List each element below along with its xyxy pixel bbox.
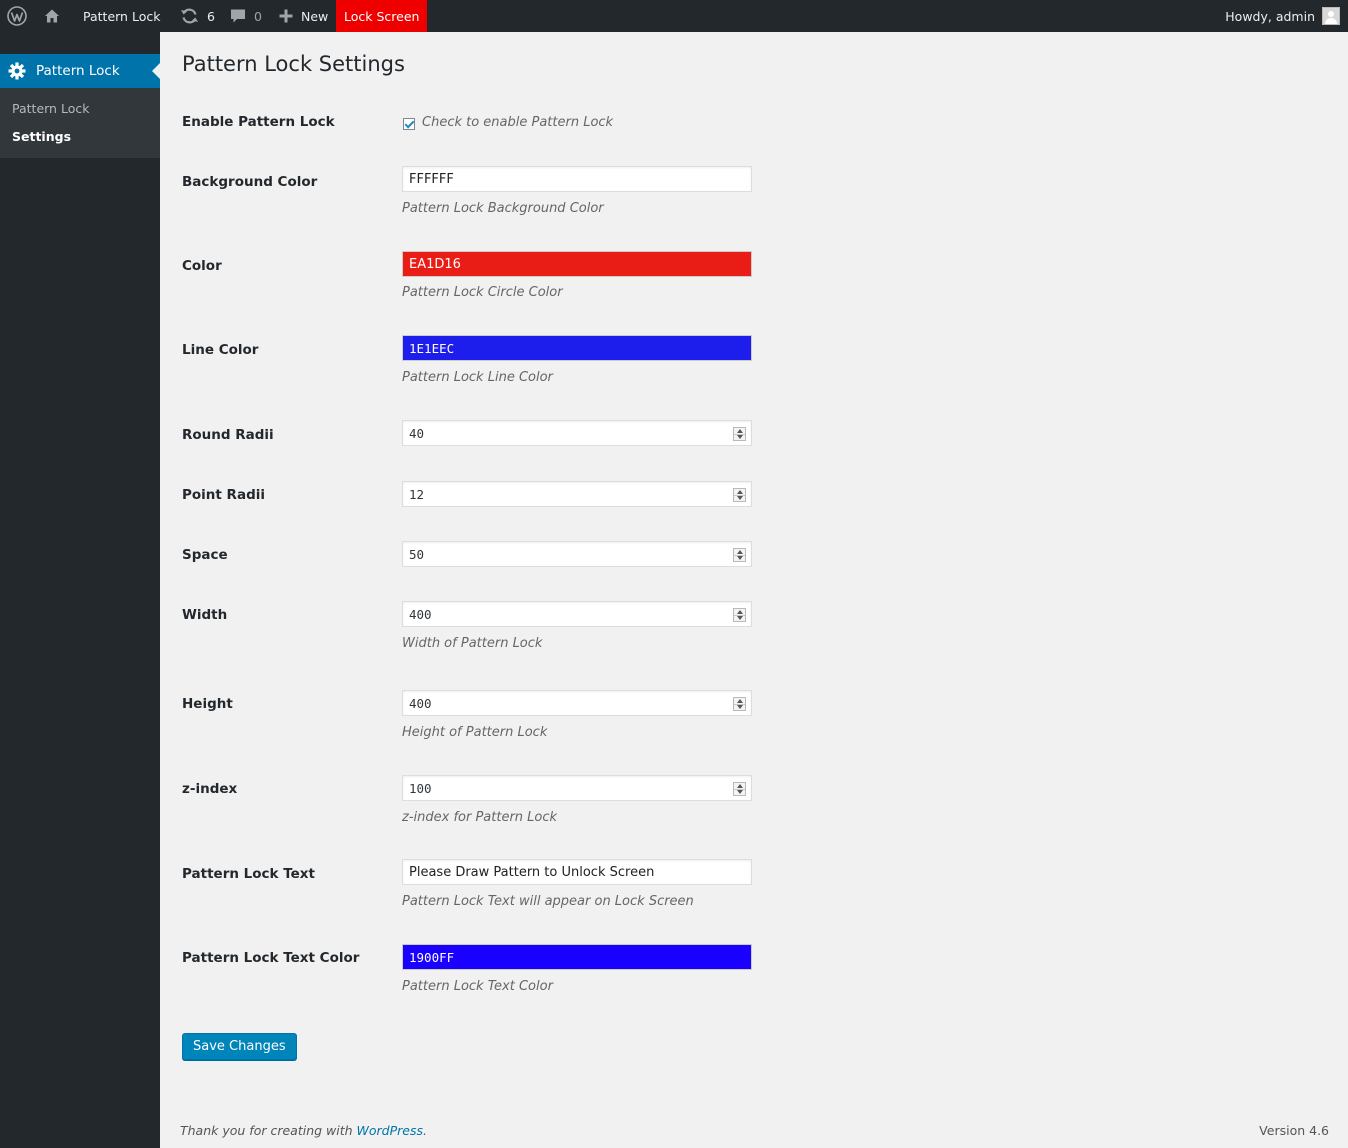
pattern-lock-text-color-label: Pattern Lock Text Color <box>182 950 360 966</box>
pattern-lock-text-color-description: Pattern Lock Text Color <box>402 979 553 994</box>
background-color-label: Background Color <box>182 174 318 190</box>
point-radii-label: Point Radii <box>182 487 265 503</box>
space-input[interactable]: 50 <box>402 541 752 567</box>
current-menu-arrow <box>152 63 160 79</box>
circle-color-field[interactable]: EA1D16 <box>402 251 752 277</box>
z-index-spinner[interactable] <box>733 782 746 796</box>
z-index-label: z-index <box>182 781 238 797</box>
height-description: Height of Pattern Lock <box>402 725 548 740</box>
space-value: 50 <box>409 546 425 562</box>
space-spinner[interactable] <box>733 548 746 562</box>
line-color-description: Pattern Lock Line Color <box>402 370 553 385</box>
howdy-label: Howdy, admin <box>1225 8 1315 24</box>
submenu-item-settings[interactable]: Settings <box>12 129 71 144</box>
sidebar-submenu: Pattern Lock Settings <box>0 88 160 158</box>
line-color-field[interactable]: 1E1EEC <box>402 335 752 361</box>
updates-icon <box>180 7 199 25</box>
circle-color-description: Pattern Lock Circle Color <box>402 285 563 300</box>
height-input[interactable]: 400 <box>402 690 752 716</box>
height-value: 400 <box>409 695 432 711</box>
updates-menu[interactable]: 6 <box>180 0 215 32</box>
round-radii-label: Round Radii <box>182 427 274 443</box>
pattern-lock-text-color-field[interactable]: 1900FF <box>402 944 752 970</box>
point-radii-value: 12 <box>409 486 425 502</box>
pattern-lock-text-description: Pattern Lock Text will appear on Lock Sc… <box>402 894 694 909</box>
enable-checkbox-label: Check to enable Pattern Lock <box>422 115 614 130</box>
round-radii-input[interactable]: 40 <box>402 420 752 446</box>
comment-icon <box>230 8 246 24</box>
z-index-input[interactable]: 100 <box>402 775 752 801</box>
footer-version: Version 4.6 <box>1259 1123 1329 1138</box>
point-radii-input[interactable]: 12 <box>402 481 752 507</box>
width-label: Width <box>182 607 228 623</box>
background-color-description: Pattern Lock Background Color <box>402 201 604 216</box>
point-radii-spinner[interactable] <box>733 488 746 502</box>
width-description: Width of Pattern Lock <box>402 636 543 651</box>
width-value: 400 <box>409 606 432 622</box>
footer-thanks-suffix: . <box>423 1123 427 1138</box>
enable-pattern-lock-checkbox[interactable] <box>403 118 415 130</box>
footer-thanks: Thank you for creating with WordPress. <box>180 1123 427 1138</box>
lock-screen-button[interactable]: Lock Screen <box>336 0 428 32</box>
height-label: Height <box>182 696 233 712</box>
page-title: Pattern Lock Settings <box>182 52 405 76</box>
space-label: Space <box>182 547 228 563</box>
sidebar-item-pattern-lock[interactable]: Pattern Lock <box>0 54 160 88</box>
color-label: Color <box>182 258 222 274</box>
comments-menu[interactable]: 0 <box>230 0 262 32</box>
avatar <box>1322 7 1340 25</box>
round-radii-spinner[interactable] <box>733 427 746 441</box>
comments-count: 0 <box>254 8 262 24</box>
wordpress-link[interactable]: WordPress <box>357 1123 423 1138</box>
admin-bar: Pattern Lock 6 0 New Lock Screen Howdy, … <box>0 0 1348 32</box>
updates-count: 6 <box>207 8 215 24</box>
submenu-item-pattern-lock[interactable]: Pattern Lock <box>12 101 89 116</box>
save-changes-button[interactable]: Save Changes <box>182 1033 297 1060</box>
round-radii-value: 40 <box>409 425 425 441</box>
gear-icon <box>8 62 26 84</box>
wordpress-logo-icon[interactable] <box>7 0 27 32</box>
footer-thanks-prefix: Thank you for creating with <box>180 1123 353 1138</box>
z-index-value: 100 <box>409 780 432 796</box>
home-icon[interactable] <box>43 0 61 32</box>
height-spinner[interactable] <box>733 697 746 711</box>
site-name-link[interactable]: Pattern Lock <box>83 0 160 32</box>
my-account-menu[interactable]: Howdy, admin <box>1225 0 1340 32</box>
pattern-lock-text-input[interactable]: Please Draw Pattern to Unlock Screen <box>402 859 752 885</box>
enable-pattern-lock-label: Enable Pattern Lock <box>182 114 335 130</box>
new-label: New <box>301 8 329 24</box>
sidebar-item-label: Pattern Lock <box>36 63 120 79</box>
width-spinner[interactable] <box>733 608 746 622</box>
admin-sidebar: Pattern Lock Pattern Lock Settings <box>0 32 160 1148</box>
new-content-menu[interactable]: New <box>279 0 328 32</box>
pattern-lock-text-label: Pattern Lock Text <box>182 866 315 882</box>
line-color-label: Line Color <box>182 342 259 358</box>
width-input[interactable]: 400 <box>402 601 752 627</box>
plus-icon <box>279 9 293 23</box>
z-index-description: z-index for Pattern Lock <box>402 810 558 825</box>
background-color-field[interactable]: FFFFFF <box>402 166 752 192</box>
